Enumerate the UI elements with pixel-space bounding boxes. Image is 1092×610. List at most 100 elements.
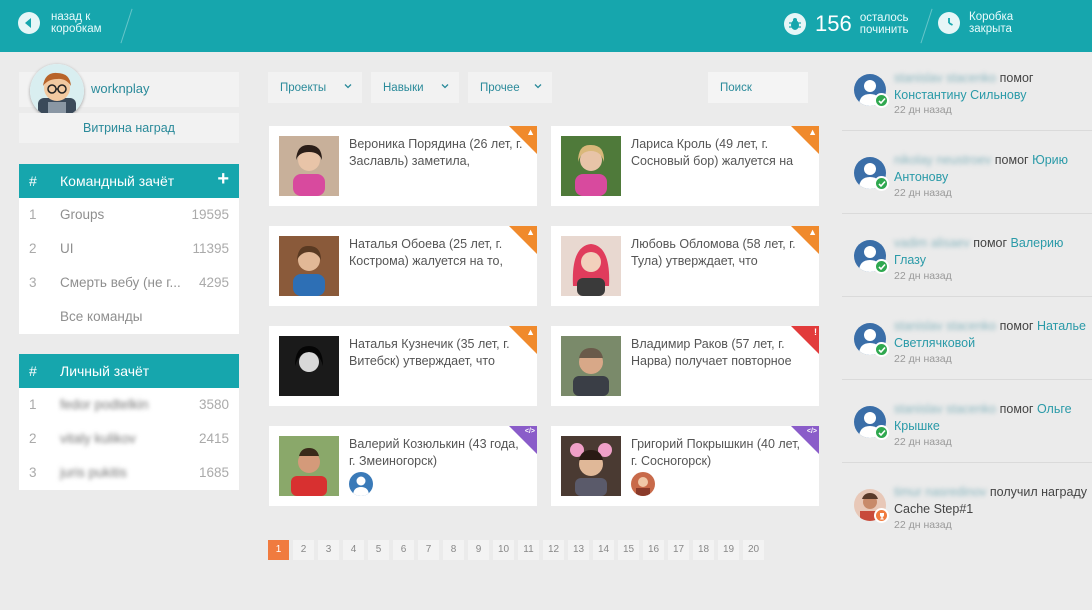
action-verb: помог xyxy=(999,319,1034,333)
clock-icon xyxy=(938,12,960,34)
page-link[interactable]: 17 xyxy=(668,540,689,560)
page-link[interactable]: 12 xyxy=(543,540,564,560)
page-link[interactable]: 3 xyxy=(318,540,339,560)
table-row[interactable]: 3 juris pukitis 1685 xyxy=(19,456,239,490)
remaining-counter: 156 осталось починить xyxy=(784,11,909,37)
actor-name[interactable]: vadim alisaev xyxy=(894,236,970,250)
team-ranking-title: Командный зачёт xyxy=(60,173,175,189)
person-photo xyxy=(561,136,621,196)
bug-card[interactable]: Владимир Раков (57 лет, г. Нарва) получа… xyxy=(551,326,819,406)
activity-feed-item: stanislav stacenko помог Ольге Крышке 22… xyxy=(842,380,1092,463)
team-name: Смерть вебу (не г... xyxy=(60,275,181,290)
back-label-line2: коробкам xyxy=(51,23,102,35)
actor-name[interactable]: timur nasredinov xyxy=(894,485,986,499)
add-team-button[interactable]: + xyxy=(217,168,229,191)
table-row[interactable]: 1 Groups 19595 xyxy=(19,198,239,232)
page-link[interactable]: 11 xyxy=(518,540,539,560)
rank-number: 2 xyxy=(29,431,37,446)
bug-card[interactable]: Валерий Козюлькин (43 года, г. Змеиногор… xyxy=(269,426,537,506)
person-photo xyxy=(279,336,339,396)
card-description: Наталья Кузнечик (35 лет, г. Витебск) ут… xyxy=(349,337,510,368)
target-name[interactable]: Константину Сильнову xyxy=(894,88,1026,102)
person-photo xyxy=(279,136,339,196)
rank-number: 1 xyxy=(29,397,37,412)
card-description: Григорий Покрышкин (40 лет, г. Сосногорс… xyxy=(631,437,801,468)
person-photo xyxy=(279,436,339,496)
person-photo xyxy=(561,236,621,296)
rank-number: 3 xyxy=(29,465,37,480)
table-row[interactable]: 1 fedor podtelkin 3580 xyxy=(19,388,239,422)
table-row[interactable]: 2 UI 11395 xyxy=(19,232,239,266)
actor-name[interactable]: stanislav stacenko xyxy=(894,319,996,333)
back-to-boxes-button[interactable]: назад к коробкам xyxy=(18,11,102,35)
page-link[interactable]: 16 xyxy=(643,540,664,560)
page-link[interactable]: 15 xyxy=(618,540,639,560)
page-link[interactable]: 6 xyxy=(393,540,414,560)
code-icon: </> xyxy=(806,428,817,435)
personal-ranking-header: # Личный зачёт xyxy=(19,354,239,388)
page-link[interactable]: 8 xyxy=(443,540,464,560)
team-ranking: # Командный зачёт + 1 Groups 19595 2 UI … xyxy=(19,164,239,334)
timestamp: 22 дн назад xyxy=(894,519,952,531)
activity-feed-item: nikolay neustroev помог Юрию Антонову 22… xyxy=(842,131,1092,214)
warning-icon: ▲ xyxy=(526,227,535,237)
all-teams-link[interactable]: Все команды xyxy=(60,309,142,324)
actor-name[interactable]: stanislav stacenko xyxy=(894,402,996,416)
skills-filter-dropdown[interactable]: Навыки xyxy=(371,72,459,103)
awards-showcase-link[interactable]: Витрина наград xyxy=(19,113,239,143)
page-link[interactable]: 19 xyxy=(718,540,739,560)
box-status-line2: закрыта xyxy=(969,23,1012,35)
card-description: Валерий Козюлькин (43 года, г. Змеиногор… xyxy=(349,437,519,468)
bug-card[interactable]: Вероника Порядина (26 лет, г. Заславль) … xyxy=(269,126,537,206)
actor-name[interactable]: stanislav stacenko xyxy=(894,71,996,85)
all-teams-row: Все команды xyxy=(19,300,239,334)
projects-filter-dropdown[interactable]: Проекты xyxy=(268,72,362,103)
box-status: Коробка закрыта xyxy=(938,11,1013,35)
activity-feed-item: stanislav stacenko помог Константину Сил… xyxy=(842,60,1092,131)
helper-avatar[interactable] xyxy=(349,472,373,496)
user-score: 3580 xyxy=(198,397,229,412)
page-link[interactable]: 20 xyxy=(743,540,764,560)
checkmark-icon xyxy=(874,176,889,191)
other-filter-dropdown[interactable]: Прочее xyxy=(468,72,552,103)
table-row[interactable]: 3 Смерть вебу (не г... 4295 xyxy=(19,266,239,300)
team-name: Groups xyxy=(60,207,105,222)
bug-icon xyxy=(784,13,806,35)
page-link[interactable]: 7 xyxy=(418,540,439,560)
user-name: fedor podtelkin xyxy=(60,397,149,412)
username-link[interactable]: worknplay xyxy=(91,81,150,96)
page-link[interactable]: 18 xyxy=(693,540,714,560)
bug-card[interactable]: Наталья Обоева (25 лет, г. Кострома) жал… xyxy=(269,226,537,306)
back-label-line1: назад к xyxy=(51,11,91,23)
arrow-left-icon xyxy=(18,12,40,34)
remaining-label-line2: починить xyxy=(859,24,909,36)
page-link[interactable]: 1 xyxy=(268,540,289,560)
remaining-count: 156 xyxy=(815,11,852,36)
team-ranking-header: # Командный зачёт + xyxy=(19,164,239,198)
page-link[interactable]: 2 xyxy=(293,540,314,560)
bug-card[interactable]: Григорий Покрышкин (40 лет, г. Сосногорс… xyxy=(551,426,819,506)
user-score: 1685 xyxy=(198,465,229,480)
pagination: 1 2 3 4 5 6 7 8 9 10 11 12 13 14 15 16 1… xyxy=(268,540,768,560)
bug-card[interactable]: Любовь Обломова (58 лет, г. Тула) утверж… xyxy=(551,226,819,306)
card-description: Владимир Раков (57 лет, г. Нарва) получа… xyxy=(631,337,792,368)
bug-card[interactable]: Лариса Кроль (49 лет, г. Сосновый бор) ж… xyxy=(551,126,819,206)
actor-name[interactable]: nikolay neustroev xyxy=(894,153,991,167)
timestamp: 22 дн назад xyxy=(894,270,952,282)
page-link[interactable]: 14 xyxy=(593,540,614,560)
table-row[interactable]: 2 vitaly kulikov 2415 xyxy=(19,422,239,456)
page-link[interactable]: 10 xyxy=(493,540,514,560)
page-link[interactable]: 4 xyxy=(343,540,364,560)
page-link[interactable]: 9 xyxy=(468,540,489,560)
checkmark-icon xyxy=(874,93,889,108)
bug-card[interactable]: Наталья Кузнечик (35 лет, г. Витебск) ут… xyxy=(269,326,537,406)
checkmark-icon xyxy=(874,259,889,274)
code-icon: </> xyxy=(524,428,535,435)
avatar[interactable] xyxy=(30,64,84,118)
helper-avatar[interactable] xyxy=(631,472,655,496)
action-verb: помог xyxy=(973,236,1008,250)
search-input[interactable] xyxy=(708,72,808,103)
page-link[interactable]: 5 xyxy=(368,540,389,560)
page-link[interactable]: 13 xyxy=(568,540,589,560)
exclamation-icon: ! xyxy=(814,327,817,337)
